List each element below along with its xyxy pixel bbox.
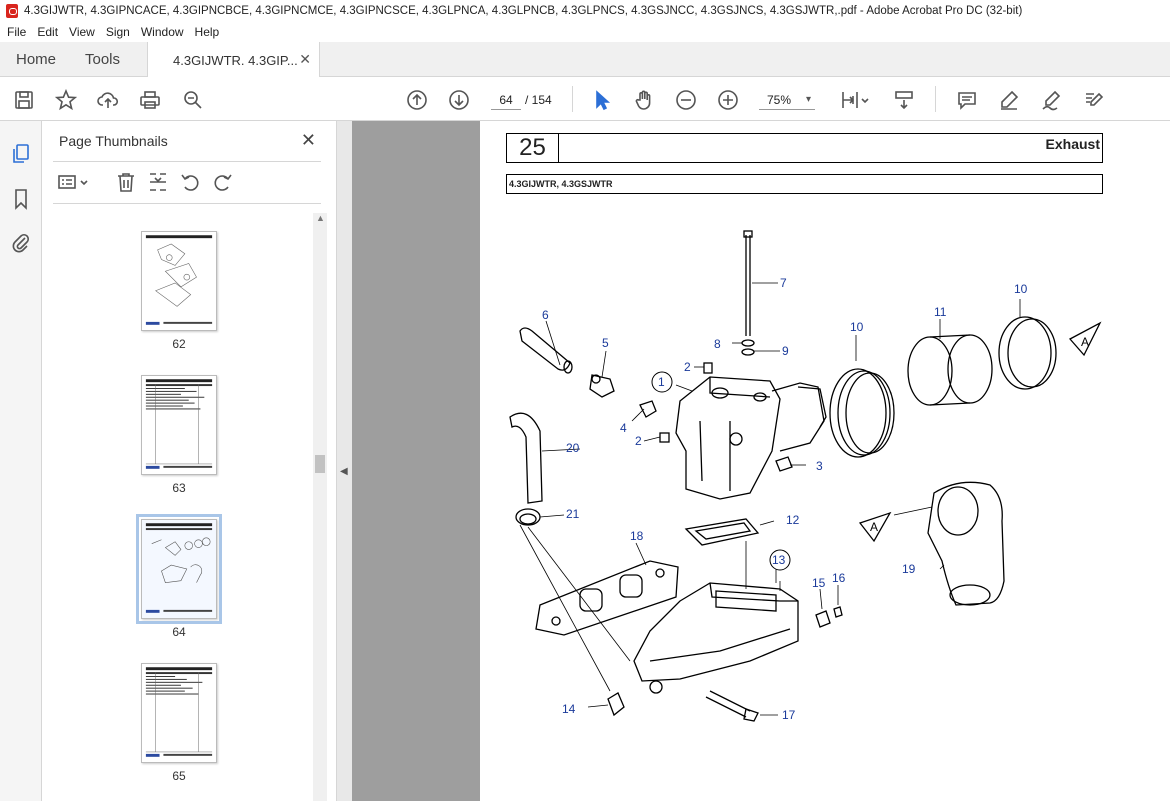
divider [53, 161, 321, 162]
callout-label: 6 [542, 308, 549, 322]
callout-label: 11 [934, 305, 947, 319]
rotate-ccw-icon[interactable] [179, 171, 201, 193]
chevron-down-icon[interactable] [79, 171, 89, 193]
callout-label: 2 [684, 360, 691, 374]
highlight-pen-icon[interactable] [997, 88, 1021, 112]
callout-label: 19 [902, 562, 916, 576]
zoom-select[interactable]: 75% [759, 90, 815, 110]
zoom-out-icon[interactable] [674, 88, 698, 112]
sign-pen-icon[interactable] [1039, 88, 1063, 112]
print-icon[interactable] [138, 88, 162, 112]
tab-home[interactable]: Home [16, 42, 56, 77]
tab-document-label: 4.3GIJWTR. 4.3GIP... [173, 52, 298, 68]
next-page-icon[interactable] [447, 88, 471, 112]
divider [53, 203, 321, 204]
toolbar-divider [572, 86, 573, 112]
thumbnail-list: 62 63 64 65 [53, 208, 313, 801]
thumbnail-label: 65 [172, 769, 186, 783]
acrobat-icon [6, 4, 18, 18]
bookmark-icon[interactable] [11, 188, 31, 210]
callout-label: 13 [772, 553, 786, 567]
window-title: 4.3GIJWTR, 4.3GIPNCACE, 4.3GIPNCBCE, 4.3… [24, 5, 1023, 17]
scrollbar-thumb[interactable] [315, 455, 325, 473]
zoom-search-icon[interactable] [181, 88, 205, 112]
edit-pdf-icon[interactable] [1081, 88, 1105, 112]
exhaust-parts-diagram: 1 2 2 3 4 5 6 7 8 9 10 10 11 12 13 14 15… [509, 230, 1102, 722]
upload-cloud-icon[interactable] [96, 88, 120, 112]
collapse-arrow-icon: ◀ [340, 466, 348, 477]
options-menu-icon[interactable] [57, 171, 79, 193]
document-viewer[interactable]: 25 Exhaust 4.3GIJWTR, 4.3GSJWTR 1 2 2 3 … [352, 121, 1170, 801]
comment-icon[interactable] [955, 88, 979, 112]
panel-toolbar [57, 171, 327, 195]
close-panel-icon[interactable]: ✕ [301, 130, 316, 151]
left-rail [0, 121, 42, 801]
thumbnail-label: 62 [172, 337, 186, 351]
menu-help[interactable]: Help [195, 25, 220, 39]
star-icon[interactable] [54, 88, 78, 112]
extract-pages-icon[interactable] [147, 171, 169, 193]
menu-file[interactable]: File [7, 25, 26, 39]
zoom-in-icon[interactable] [716, 88, 740, 112]
thumbnails-scrollbar[interactable]: ▲ [313, 213, 327, 801]
attachment-icon[interactable] [11, 232, 31, 254]
pdf-page: 25 Exhaust 4.3GIJWTR, 4.3GSJWTR 1 2 2 3 … [480, 121, 1170, 801]
page-fit-icon[interactable] [838, 88, 862, 112]
tab-document[interactable]: 4.3GIJWTR. 4.3GIP... ✕ [147, 42, 320, 78]
page-number-input[interactable]: 64 [491, 90, 521, 110]
select-cursor-icon[interactable] [590, 88, 614, 112]
callout-label: 14 [562, 702, 576, 716]
panel-title: Page Thumbnails [59, 133, 168, 149]
page-thumbnail[interactable] [141, 375, 217, 475]
callout-label: 3 [816, 459, 823, 473]
callout-label: 7 [780, 276, 787, 290]
callout-label: 1 [658, 375, 665, 389]
page-thumbnail[interactable] [141, 231, 217, 331]
callout-label: 16 [832, 571, 846, 585]
callout-label: 12 [786, 513, 800, 527]
thumbnail-label: 63 [172, 481, 186, 495]
prev-page-icon[interactable] [405, 88, 429, 112]
scroll-mode-icon[interactable] [892, 88, 916, 112]
callout-label: 17 [782, 708, 796, 722]
callout-label: 21 [566, 507, 580, 521]
page-count: / 154 [525, 93, 552, 107]
close-tab-icon[interactable]: ✕ [299, 51, 311, 68]
rotate-cw-icon[interactable] [212, 171, 234, 193]
callout-label: 8 [714, 337, 721, 351]
tab-tools[interactable]: Tools [85, 42, 120, 77]
reference-letter: A [870, 520, 878, 534]
callout-label: 10 [1014, 282, 1028, 296]
menu-edit[interactable]: Edit [37, 25, 58, 39]
callout-label: 2 [635, 434, 642, 448]
save-icon[interactable] [12, 88, 36, 112]
tab-bar: Home Tools 4.3GIJWTR. 4.3GIP... ✕ [0, 42, 1170, 78]
callout-label: 18 [630, 529, 644, 543]
callout-label: 20 [566, 441, 580, 455]
page-thumbnail-selected[interactable] [136, 514, 222, 624]
callout-label: 5 [602, 336, 609, 350]
callout-label: 10 [850, 320, 864, 334]
callout-label: 15 [812, 576, 826, 590]
page-thumbnail[interactable] [141, 663, 217, 763]
title-bar: 4.3GIJWTR, 4.3GIPNCACE, 4.3GIPNCBCE, 4.3… [0, 0, 1170, 22]
thumbnails-panel: Page Thumbnails ✕ 62 63 64 65 [43, 121, 336, 801]
scroll-up-icon[interactable]: ▲ [316, 213, 325, 223]
collapse-panel-handle[interactable]: ◀ [336, 121, 352, 801]
callout-label: 9 [782, 344, 789, 358]
menu-view[interactable]: View [69, 25, 95, 39]
thumbnail-label: 64 [172, 625, 186, 639]
toolbar [0, 77, 1170, 121]
reference-letter: A [1081, 335, 1089, 349]
page-thumbnails-icon[interactable] [11, 143, 31, 165]
menu-sign[interactable]: Sign [106, 25, 130, 39]
delete-icon[interactable] [115, 171, 137, 193]
callout-label: 4 [620, 421, 627, 435]
menu-bar: File Edit View Sign Window Help [0, 22, 1170, 42]
toolbar-divider [935, 86, 936, 112]
hand-tool-icon[interactable] [632, 88, 656, 112]
chevron-down-icon[interactable] [860, 88, 870, 112]
menu-window[interactable]: Window [141, 25, 184, 39]
